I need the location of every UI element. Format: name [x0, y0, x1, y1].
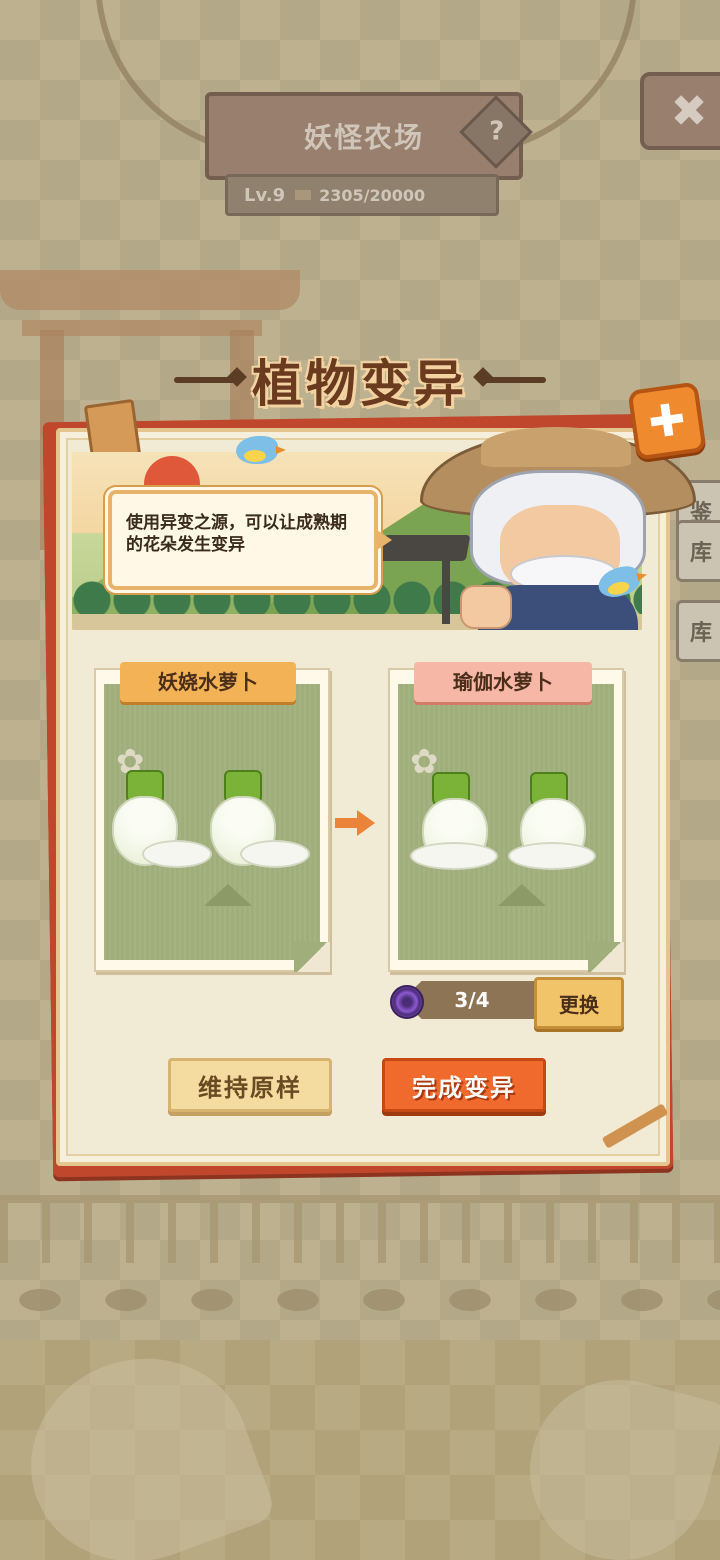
title-ornament-right: [480, 377, 546, 383]
xp-progress-text: 2305/20000: [319, 185, 426, 205]
side-tab-warehouse[interactable]: 库: [676, 600, 720, 662]
farmer-speech-bubble: 使用异变之源，可以让成熟期的花朵发生变异: [108, 490, 392, 590]
farmer-fist: [460, 585, 512, 629]
page-curl: [588, 942, 624, 972]
soil-mound: [498, 884, 546, 906]
radish-plant-icon: [508, 772, 596, 872]
mutation-source-icon: [390, 985, 424, 1019]
level-label: Lv.9: [244, 184, 286, 206]
bird-icon: [236, 436, 286, 464]
radish-plant-icon: [112, 770, 212, 870]
radish-legs: [142, 840, 212, 868]
source-plant-name: 妖娆水萝卜: [120, 662, 296, 702]
dialog-title: 植物变异: [252, 355, 468, 413]
torii-gate-top: [0, 270, 300, 310]
soil-mound: [204, 884, 252, 906]
title-ornament-left: [174, 377, 240, 383]
page-curl: [294, 942, 330, 972]
xp-flag-icon: [295, 190, 312, 200]
fence: [0, 1195, 720, 1263]
radish-plant-icon: [410, 772, 498, 872]
result-plant-name: 瑜伽水萝卜: [414, 662, 592, 702]
side-tab-storage[interactable]: 库: [676, 520, 720, 582]
radish-legs: [508, 842, 596, 870]
dialog-close-button[interactable]: ✚: [627, 381, 707, 461]
level-bar: Lv.9 2305/20000: [225, 174, 499, 216]
radish-plant-icon: [210, 770, 310, 870]
radish-legs: [240, 840, 310, 868]
arrow-right-icon: [335, 810, 375, 836]
mutation-source-counter: 3/4 更换: [388, 975, 624, 1029]
complete-mutation-button[interactable]: 完成变异: [382, 1058, 546, 1112]
change-button[interactable]: 更换: [534, 977, 624, 1029]
stone-path: [0, 1255, 720, 1345]
radish-legs: [410, 842, 498, 870]
keep-original-button[interactable]: 维持原样: [168, 1058, 332, 1112]
signpost-leg: [442, 560, 450, 624]
signpost: [379, 535, 471, 561]
farm-close-button[interactable]: ✖: [640, 72, 720, 150]
